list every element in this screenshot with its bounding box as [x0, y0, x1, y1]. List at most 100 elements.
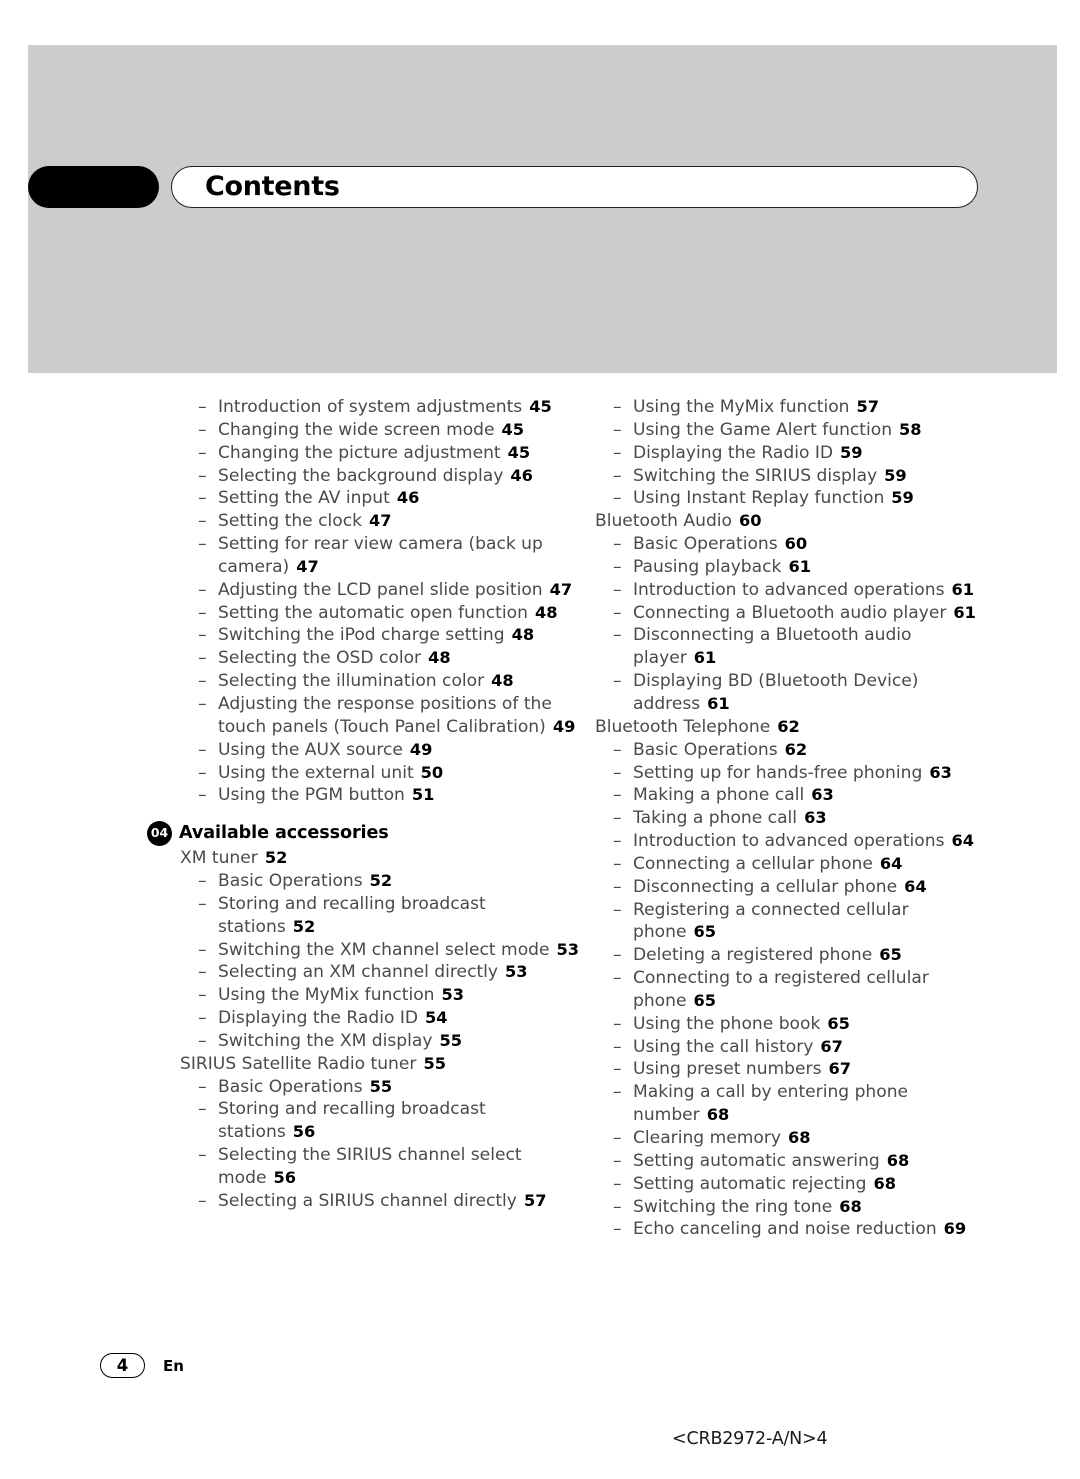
toc-entry-page-number: 45 — [529, 397, 552, 416]
toc-entry[interactable]: – Using the external unit 50 — [180, 762, 580, 785]
dash-icon: – — [198, 693, 207, 714]
toc-entry[interactable]: – Setting for rear view camera (back up c… — [180, 533, 580, 579]
toc-entry[interactable]: – Switching the XM display 55 — [180, 1030, 580, 1053]
toc-entry[interactable]: – Disconnecting a Bluetooth audio player 6… — [595, 624, 995, 670]
toc-entry-page-number: 52 — [369, 871, 393, 891]
toc-entry[interactable]: – Deleting a registered phone 65 — [595, 944, 995, 967]
toc-entry-page-number: 68 — [706, 1105, 730, 1125]
toc-entry-label: Storing and recalling broadcast stations… — [218, 1099, 486, 1143]
toc-entry[interactable]: – Introduction to advanced operations 64 — [595, 830, 995, 853]
toc-entry[interactable]: – Using the phone book 65 — [595, 1013, 995, 1036]
toc-entry[interactable]: – Connecting to a registered cellular pho… — [595, 967, 995, 1013]
toc-entry[interactable]: – Storing and recalling broadcast station… — [180, 893, 580, 939]
toc-entry[interactable]: – Basic Operations 55 — [180, 1076, 580, 1099]
toc-entry[interactable]: – Changing the wide screen mode 45 — [180, 419, 580, 442]
dash-icon: – — [198, 1030, 207, 1051]
dash-icon: – — [198, 1008, 207, 1029]
toc-entry-page-number: 50 — [420, 762, 444, 782]
toc-entry[interactable]: – Making a phone call 63 — [595, 784, 995, 807]
dash-icon: – — [198, 671, 207, 692]
toc-entry[interactable]: – Switching the SIRIUS display 59 — [595, 465, 995, 488]
toc-entry[interactable]: – Connecting a cellular phone 64 — [595, 853, 995, 876]
toc-entry[interactable]: – Using the Game Alert function 58 — [595, 419, 995, 442]
toc-entry[interactable]: – Changing the picture adjustment 45 — [180, 442, 580, 465]
toc-entry[interactable]: – Using preset numbers 67 — [595, 1058, 995, 1081]
toc-entry-label: Setting the automatic open function 48 — [218, 602, 558, 623]
toc-entry-page-number: 48 — [511, 625, 535, 645]
toc-entry[interactable]: – Selecting the illumination color 48 — [180, 670, 580, 693]
toc-entry[interactable]: Bluetooth Telephone 62 — [595, 716, 995, 739]
toc-entry-page-number: 61 — [951, 579, 974, 599]
toc-entry[interactable]: – Setting the AV input 46 — [180, 487, 580, 510]
toc-entry-page-number: 56 — [292, 1122, 316, 1142]
toc-entry[interactable]: Bluetooth Audio 60 — [595, 510, 995, 533]
toc-entry[interactable]: – Echo canceling and noise reduction 69 — [595, 1218, 995, 1241]
toc-entry[interactable]: – Setting automatic rejecting 68 — [595, 1173, 995, 1196]
toc-entry[interactable]: – Using Instant Replay function 59 — [595, 487, 995, 510]
toc-entry[interactable]: – Storing and recalling broadcast station… — [180, 1098, 580, 1144]
toc-entry[interactable]: SIRIUS Satellite Radio tuner 55 — [180, 1053, 580, 1076]
toc-entry[interactable]: – Using the PGM button 51 — [180, 784, 580, 807]
dash-icon: – — [198, 893, 207, 914]
toc-entry[interactable]: – Setting the clock 47 — [180, 510, 580, 533]
toc-entry-page-number: 63 — [811, 785, 834, 805]
toc-entry-label: Using the MyMix function 57 — [633, 397, 880, 417]
toc-entry[interactable]: – Using the AUX source 49 — [180, 739, 580, 762]
toc-entry[interactable]: – Basic Operations 60 — [595, 533, 995, 556]
toc-entry[interactable]: – Introduction to advanced operations 61 — [595, 579, 995, 602]
toc-entry-label: Selecting an XM channel directly 53 — [218, 962, 528, 983]
dash-icon: – — [613, 739, 622, 760]
toc-entry[interactable]: – Registering a connected cellular phone 6… — [595, 899, 995, 945]
dash-icon: – — [198, 785, 207, 806]
toc-entry[interactable]: – Making a call by entering phone number 6… — [595, 1081, 995, 1127]
toc-entry[interactable]: – Clearing memory 68 — [595, 1127, 995, 1150]
toc-entry-label: Using the phone book 65 — [633, 1013, 850, 1034]
toc-entry-label: Setting for rear view camera (back up ca… — [218, 534, 543, 577]
toc-entry[interactable]: – Selecting an XM channel directly 53 — [180, 961, 580, 984]
dash-icon: – — [198, 397, 207, 417]
toc-entry[interactable]: – Switching the XM channel select mode 53 — [180, 939, 580, 962]
toc-entry-page-number: 61 — [707, 693, 730, 713]
toc-entry[interactable]: – Displaying the Radio ID 54 — [180, 1007, 580, 1030]
toc-entry-label: Selecting the OSD color 48 — [218, 648, 451, 669]
toc-entry[interactable]: – Displaying the Radio ID 59 — [595, 442, 995, 465]
toc-entry-label: Basic Operations 60 — [633, 534, 808, 555]
toc-entry[interactable]: – Disconnecting a cellular phone 64 — [595, 876, 995, 899]
toc-entry[interactable]: – Pausing playback 61 — [595, 556, 995, 579]
toc-entry-label: Displaying BD (Bluetooth Device) address… — [633, 671, 919, 714]
toc-entry[interactable]: – Switching the iPod charge setting 48 — [180, 624, 580, 647]
dash-icon: – — [613, 945, 622, 966]
toc-entry-label: Adjusting the response positions of the … — [218, 693, 576, 737]
toc-entry[interactable]: XM tuner 52 — [180, 847, 580, 870]
toc-entry[interactable]: – Connecting a Bluetooth audio player 61 — [595, 602, 995, 625]
toc-entry[interactable]: – Setting up for hands-free phoning 63 — [595, 762, 995, 785]
toc-entry[interactable]: – Using the MyMix function 53 — [180, 984, 580, 1007]
toc-entry-page-number: 59 — [840, 442, 863, 462]
toc-entry[interactable]: – Basic Operations 62 — [595, 739, 995, 762]
toc-entry-label: Adjusting the LCD panel slide position 47 — [218, 579, 573, 600]
toc-entry[interactable]: – Selecting the background display 46 — [180, 465, 580, 488]
toc-entry[interactable]: – Using the MyMix function 57 — [595, 396, 995, 419]
toc-entry-page-number: 57 — [856, 397, 880, 416]
toc-entry[interactable]: – Adjusting the response positions of the… — [180, 693, 580, 739]
toc-entry[interactable]: – Displaying BD (Bluetooth Device) addres… — [595, 670, 995, 716]
toc-entry[interactable]: – Basic Operations 52 — [180, 870, 580, 893]
toc-entry[interactable]: – Selecting a SIRIUS channel directly 57 — [180, 1190, 580, 1213]
toc-entry[interactable]: – Using the call history 67 — [595, 1036, 995, 1059]
toc-entry[interactable]: – Setting automatic answering 68 — [595, 1150, 995, 1173]
toc-entry[interactable]: – Switching the ring tone 68 — [595, 1196, 995, 1219]
toc-section-heading: 04 Available accessories — [147, 821, 580, 847]
toc-entry[interactable]: – Taking a phone call 63 — [595, 807, 995, 830]
toc-entry-page-number: 59 — [884, 465, 907, 485]
page-footer: 4 En — [100, 1353, 184, 1378]
toc-entry[interactable]: – Selecting the OSD color 48 — [180, 647, 580, 670]
dash-icon: – — [613, 1036, 622, 1057]
toc-entry-page-number: 62 — [777, 716, 800, 736]
toc-entry[interactable]: – Adjusting the LCD panel slide position 4… — [180, 579, 580, 602]
dash-icon: – — [613, 853, 622, 874]
toc-entry[interactable]: – Setting the automatic open function 48 — [180, 602, 580, 625]
toc-entry[interactable]: – Introduction of system adjustments 45 — [180, 396, 580, 419]
dash-icon: – — [613, 625, 622, 646]
toc-entry[interactable]: – Selecting the SIRIUS channel select mod… — [180, 1144, 580, 1190]
toc-entry-label: Introduction to advanced operations 64 — [633, 831, 974, 852]
